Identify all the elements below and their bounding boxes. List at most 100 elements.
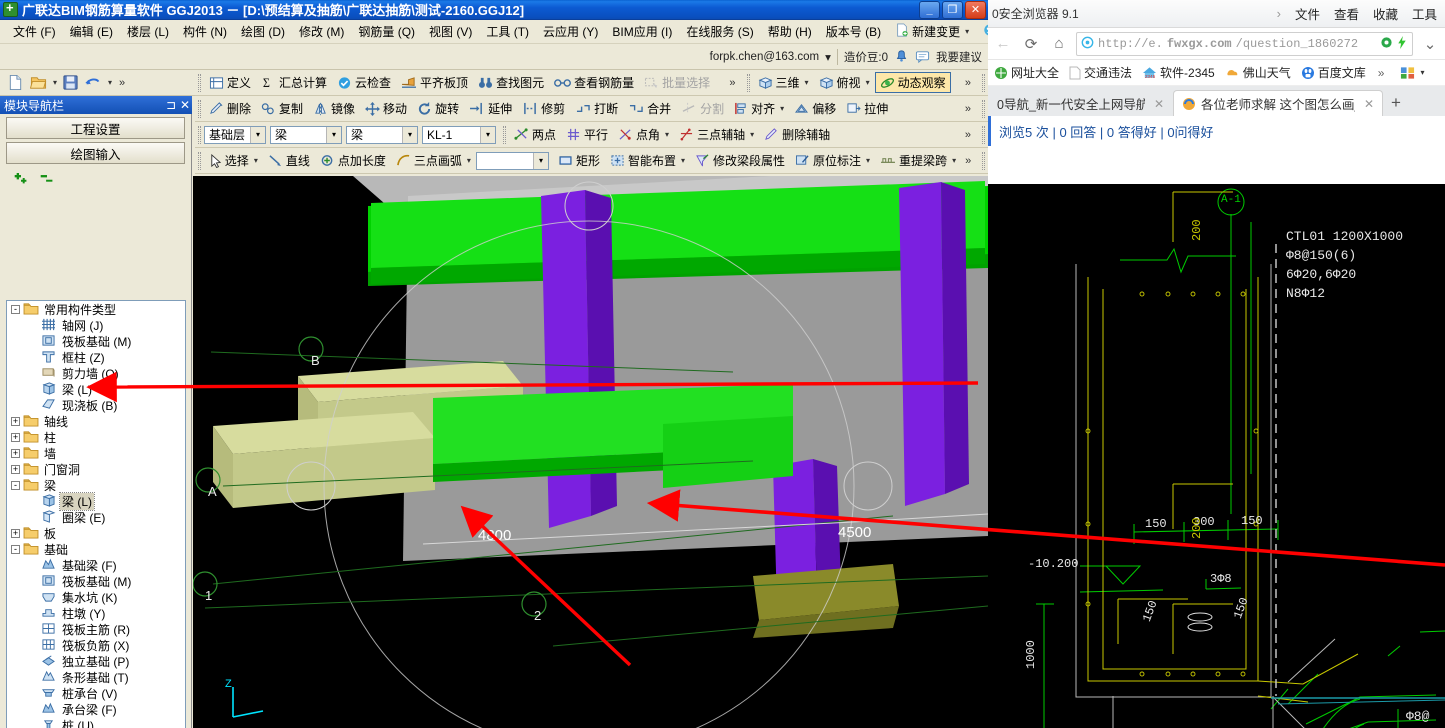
toolbar-button-俯视[interactable]: 俯视 ▾: [814, 72, 875, 93]
tree-node-4[interactable]: 剪力墙 (Q): [7, 365, 185, 381]
menu-item-12[interactable]: 帮助 (H): [761, 20, 819, 43]
tree-node-8[interactable]: + 柱: [7, 429, 185, 445]
close-icon[interactable]: ✕: [178, 98, 192, 112]
chevron-down-icon[interactable]: ▾: [665, 130, 669, 139]
tree-node-21[interactable]: 筏板负筋 (X): [7, 637, 185, 653]
chevron-down-icon[interactable]: ▾: [326, 126, 341, 143]
bookmark-交通违法[interactable]: 交通违法: [1069, 64, 1132, 81]
shield-icon[interactable]: [1380, 36, 1393, 52]
toolbar-overflow-button[interactable]: »: [961, 77, 975, 89]
toolbar-button-旋转[interactable]: 旋转: [412, 98, 464, 119]
bookmark-佛山天气[interactable]: 佛山天气: [1225, 64, 1291, 81]
undo-arrow-icon[interactable]: [83, 73, 103, 93]
comment-icon[interactable]: [915, 49, 930, 64]
toolbar-grip[interactable]: [982, 73, 985, 92]
chevron-down-icon[interactable]: ▾: [965, 27, 969, 36]
tree-node-0[interactable]: - 常用构件类型: [7, 301, 185, 317]
toolbar-button-智能布置[interactable]: 智能布置 ▾: [605, 150, 690, 171]
chevron-right-icon[interactable]: ›: [1277, 6, 1281, 21]
undo-caret-icon[interactable]: ▾: [108, 78, 112, 87]
toolbar-button-修改梁段属性[interactable]: 修改梁段属性: [690, 150, 790, 171]
toolbar-button-点角[interactable]: 点角 ▾: [613, 124, 674, 145]
browser-tab-0[interactable]: 0导航_新一代安全上网导航 ✕: [988, 90, 1173, 116]
toolbar-button-修剪[interactable]: 修剪: [517, 98, 570, 119]
toolbar-overflow-button[interactable]: »: [961, 103, 975, 115]
chevron-down-icon[interactable]: ▾: [250, 126, 265, 143]
toolbar-button-复制[interactable]: 复制: [256, 98, 308, 119]
tree-node-20[interactable]: 筏板主筋 (R): [7, 621, 185, 637]
menu-item-8[interactable]: 工具 (T): [479, 20, 536, 43]
bookmark-网址大全[interactable]: 网址大全: [994, 64, 1059, 81]
close-icon[interactable]: ✕: [1364, 97, 1374, 111]
menu-item-9[interactable]: 云应用 (Y): [536, 20, 605, 43]
toolbar-button-延伸[interactable]: 延伸: [464, 98, 517, 119]
browser-menu-收藏[interactable]: 收藏: [1373, 4, 1398, 23]
plus-plus-icon[interactable]: [12, 170, 30, 189]
menu-item-11[interactable]: 在线服务 (S): [679, 20, 760, 43]
toolbar-button-定义[interactable]: 定义: [204, 72, 256, 93]
quick-overflow-button[interactable]: »: [115, 77, 129, 89]
chevron-down-icon[interactable]: ▾: [750, 130, 754, 139]
menu-item-3[interactable]: 构件 (N): [176, 20, 234, 43]
floor-select[interactable]: 基础层 ▾: [204, 125, 266, 144]
tree-node-25[interactable]: 承台梁 (F): [7, 701, 185, 717]
toolbar-overflow-button[interactable]: »: [961, 129, 975, 141]
tree-expander-icon[interactable]: +: [11, 528, 20, 538]
lightning-icon[interactable]: [1396, 35, 1408, 52]
drawing-input-button[interactable]: 绘图输入: [6, 142, 185, 164]
tree-node-6[interactable]: 现浇板 (B): [7, 397, 185, 413]
toolbar-overflow-button[interactable]: »: [961, 155, 975, 167]
toolbar-button-拉伸[interactable]: 拉伸: [841, 98, 893, 119]
bookmark-软件-2345[interactable]: 2345 软件-2345: [1142, 64, 1215, 81]
toolbar-button-打断[interactable]: 打断: [570, 98, 623, 119]
toolbar-button-矩形[interactable]: 矩形: [553, 150, 605, 171]
tree-node-26[interactable]: 桩 (U): [7, 717, 185, 728]
toolbar-button-三点辅轴[interactable]: 三点辅轴 ▾: [674, 124, 759, 145]
toolbar-grip[interactable]: [982, 125, 985, 144]
toolbar-button-直线[interactable]: 直线: [263, 150, 315, 171]
tree-node-13[interactable]: 圈梁 (E): [7, 509, 185, 525]
tree-expander-icon[interactable]: +: [11, 432, 20, 442]
component-name-select[interactable]: KL-1 ▾: [422, 125, 496, 144]
account-email[interactable]: forpk.chen@163.com: [710, 51, 819, 63]
home-icon[interactable]: ⌂: [1048, 33, 1070, 55]
tree-node-23[interactable]: 条形基础 (T): [7, 669, 185, 685]
menu-item-1[interactable]: 编辑 (E): [63, 20, 120, 43]
toolbar-button-查找图元[interactable]: 查找图元: [473, 72, 549, 93]
save-disk-icon[interactable]: [60, 73, 80, 93]
tree-node-1[interactable]: 轴网 (J): [7, 317, 185, 333]
chevron-down-icon[interactable]: ▾: [866, 78, 870, 87]
minus-minus-icon[interactable]: [38, 170, 56, 189]
back-arrow-icon[interactable]: ←: [992, 33, 1014, 55]
close-button[interactable]: ✕: [965, 1, 986, 19]
tree-expander-icon[interactable]: -: [11, 544, 20, 554]
bell-icon[interactable]: [894, 49, 909, 64]
menu-item-5[interactable]: 修改 (M): [292, 20, 351, 43]
toolbar-button-重提梁跨[interactable]: 重提梁跨 ▾: [875, 150, 961, 171]
toolbar-button-平行[interactable]: 平行: [561, 124, 613, 145]
tree-expander-icon[interactable]: -: [11, 480, 20, 490]
maximize-button[interactable]: ❐: [942, 1, 963, 19]
toolbar-button-对齐[interactable]: 对齐 ▾: [729, 98, 789, 119]
chevron-down-icon[interactable]: ▾: [780, 104, 784, 113]
menu-item-0[interactable]: 文件 (F): [6, 20, 63, 43]
toolbar-button-云检查[interactable]: 云检查: [332, 72, 396, 93]
toolbar-button-合并[interactable]: 合并: [623, 98, 676, 119]
tree-node-19[interactable]: 柱墩 (Y): [7, 605, 185, 621]
toolbar-button-删除[interactable]: 删除: [204, 98, 256, 119]
tree-node-10[interactable]: + 门窗洞: [7, 461, 185, 477]
minimize-button[interactable]: _: [919, 1, 940, 19]
toolbar-button-原位标注[interactable]: 原位标注 ▾: [790, 150, 875, 171]
menu-item-7[interactable]: 视图 (V): [422, 20, 479, 43]
chevron-down-icon[interactable]: ▾: [480, 126, 495, 143]
toolbar-button-汇总计算[interactable]: Σ 汇总计算: [256, 72, 332, 93]
toolbar-button-点加长度[interactable]: 点加长度: [315, 150, 391, 171]
menu-item-4[interactable]: 绘图 (D): [234, 20, 292, 43]
new-file-icon[interactable]: [5, 73, 25, 93]
close-icon[interactable]: ✕: [1154, 97, 1164, 111]
menu-item-6[interactable]: 钢筋量 (Q): [351, 20, 422, 43]
model-3d-viewport[interactable]: 4800 4500 B A 1 2 Z: [193, 176, 988, 728]
category-select[interactable]: 梁 ▾: [270, 125, 342, 144]
tree-node-16[interactable]: 基础梁 (F): [7, 557, 185, 573]
tree-node-24[interactable]: 桩承台 (V): [7, 685, 185, 701]
